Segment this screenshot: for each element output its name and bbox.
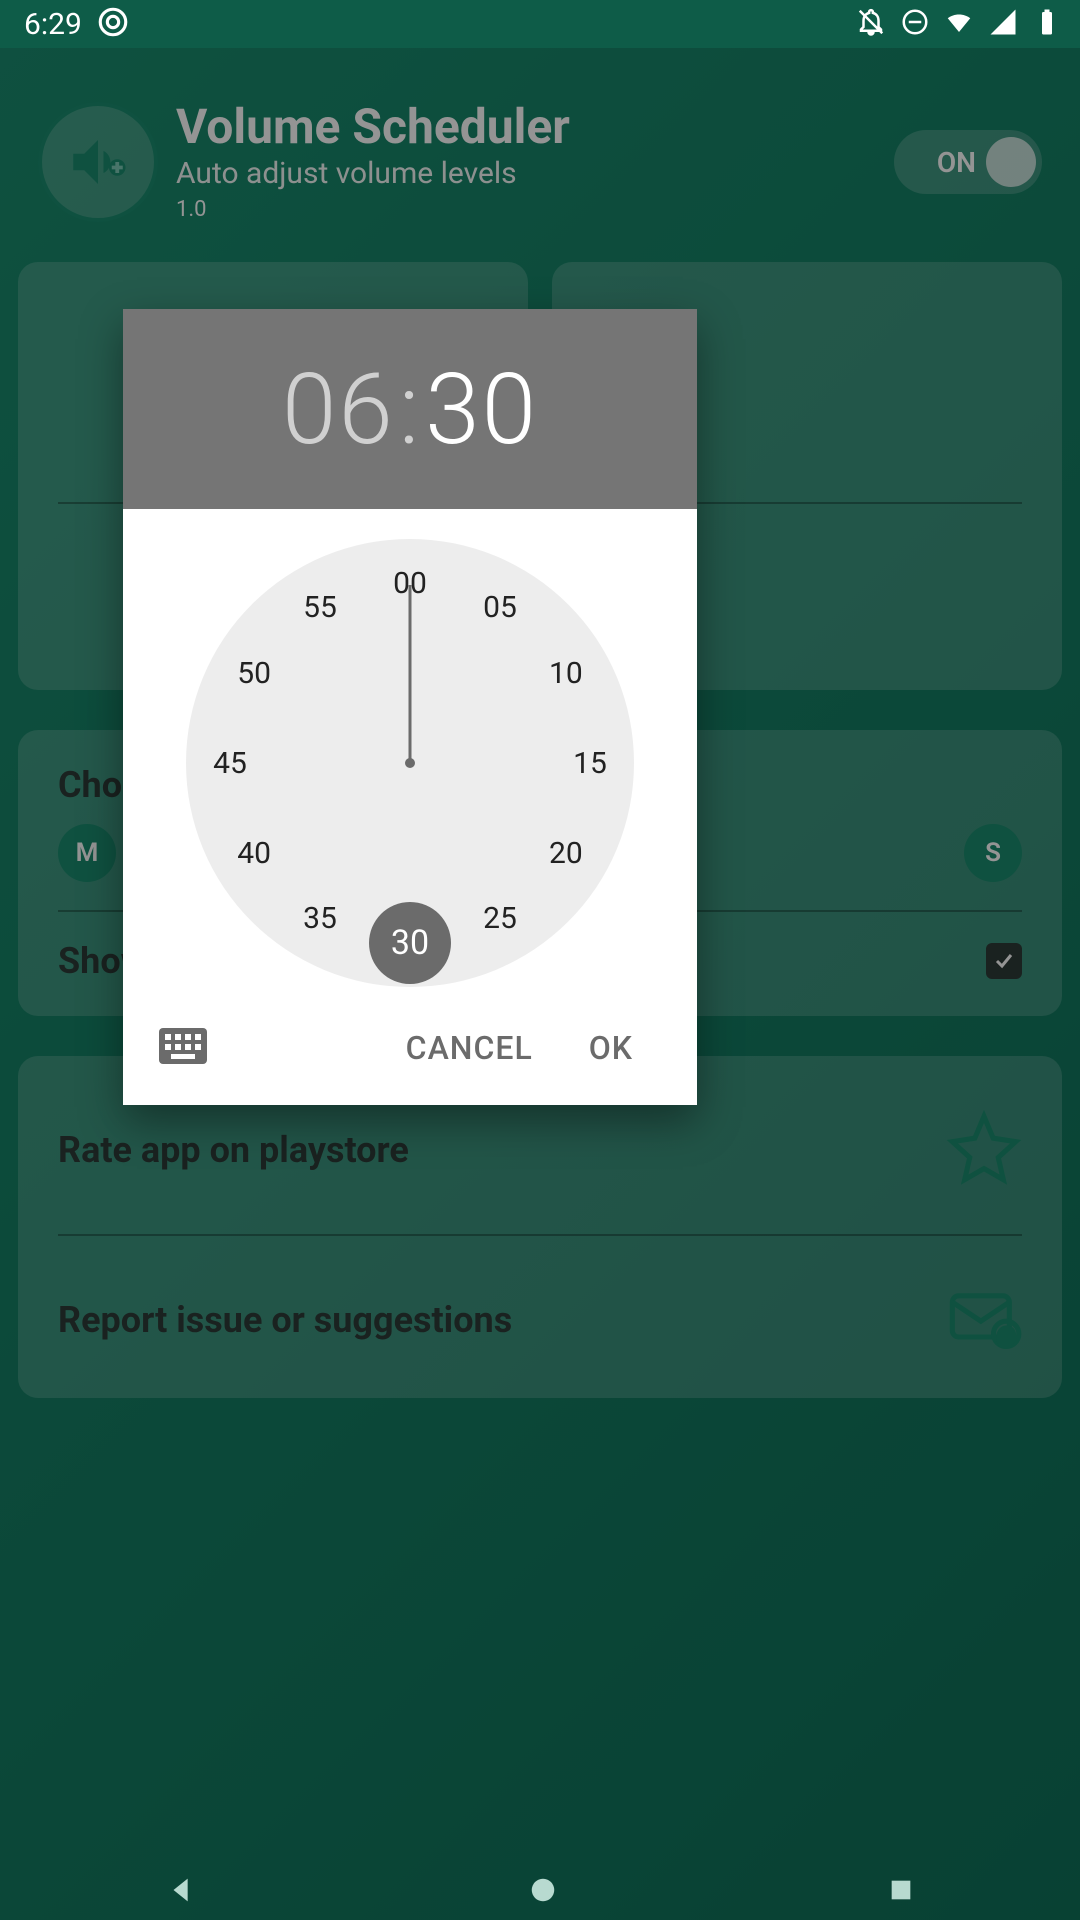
clock-tick-30[interactable]: 30 (369, 902, 451, 984)
clock-tick-05[interactable]: 05 (472, 579, 528, 635)
clock-hand (409, 585, 412, 763)
dnd-icon (900, 7, 930, 41)
alarm-off-icon (856, 7, 886, 41)
keyboard-icon[interactable] (159, 1026, 207, 1070)
clock-tick-35[interactable]: 35 (292, 891, 348, 947)
status-at-icon (96, 5, 130, 43)
clock-tick-45[interactable]: 45 (202, 735, 258, 791)
ok-button[interactable]: OK (561, 1019, 661, 1077)
clock-tick-55[interactable]: 55 (292, 579, 348, 635)
clock-tick-50[interactable]: 50 (226, 645, 282, 701)
clock-center (405, 758, 415, 768)
time-picker-dialog: 06:30 000510152025303540455055 CANCEL OK (123, 309, 697, 1105)
nav-recent-icon[interactable] (887, 1876, 915, 1908)
signal-icon (988, 7, 1018, 41)
clock-tick-15[interactable]: 15 (562, 735, 618, 791)
clock-tick-20[interactable]: 20 (538, 825, 594, 881)
time-hour[interactable]: 06 (282, 352, 395, 467)
nav-bar (0, 1864, 1080, 1920)
time-display: 06:30 (123, 309, 697, 509)
status-bar: 6:29 (0, 0, 1080, 48)
cancel-button[interactable]: CANCEL (378, 1019, 561, 1077)
battery-icon (1032, 7, 1062, 41)
nav-home-icon[interactable] (528, 1875, 558, 1909)
clock-tick-25[interactable]: 25 (472, 891, 528, 947)
clock-tick-10[interactable]: 10 (538, 645, 594, 701)
time-minute[interactable]: 30 (425, 352, 538, 467)
wifi-icon (944, 7, 974, 41)
status-time: 6:29 (24, 7, 82, 42)
clock-tick-40[interactable]: 40 (226, 825, 282, 881)
nav-back-icon[interactable] (165, 1873, 199, 1911)
clock-face[interactable]: 000510152025303540455055 (186, 539, 634, 987)
